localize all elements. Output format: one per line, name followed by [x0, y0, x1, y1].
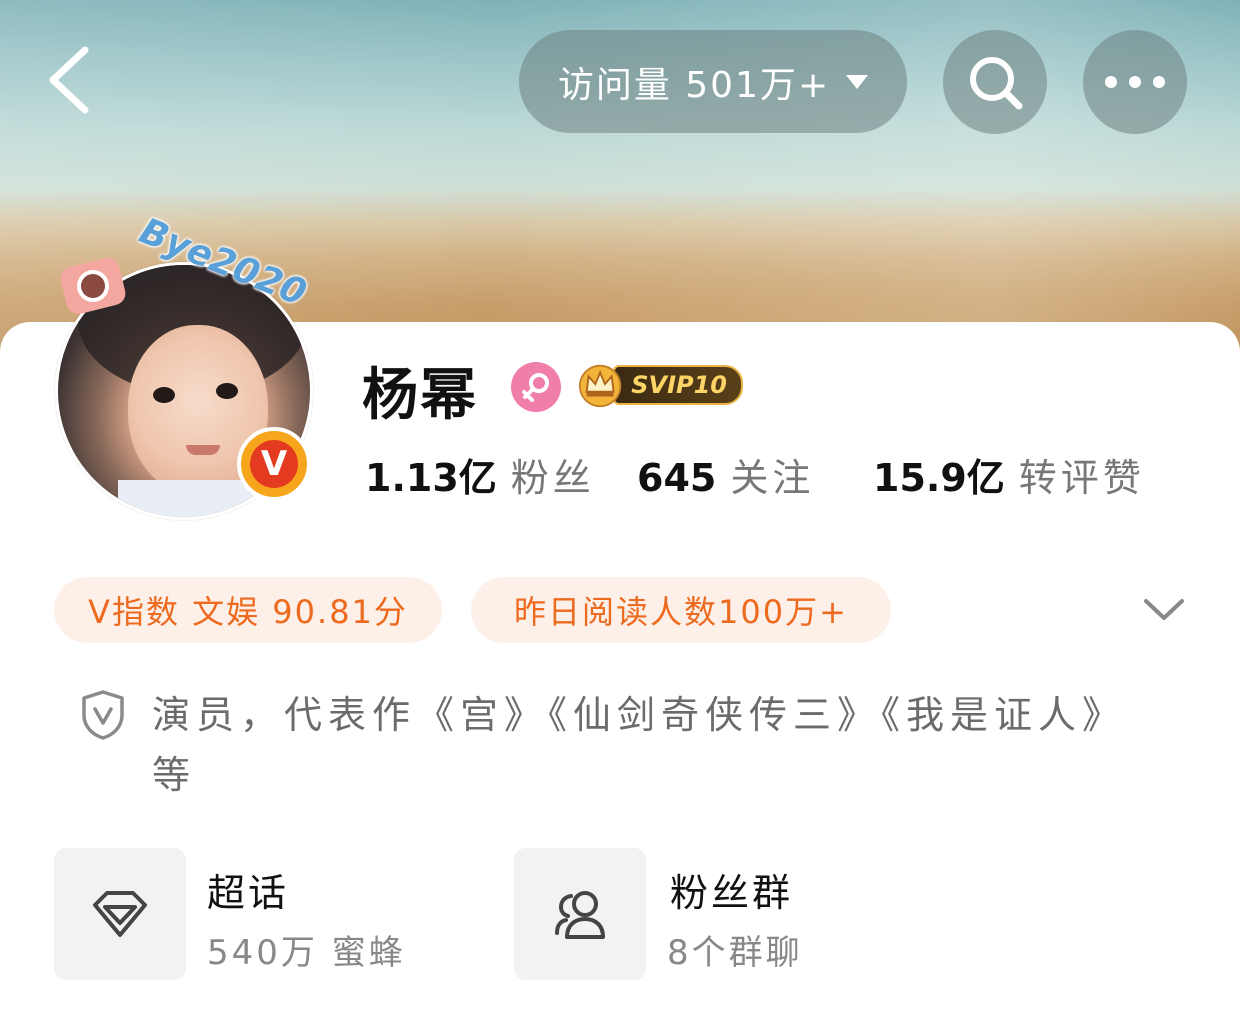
visits-dropdown-button[interactable]: 访问量 501万+ [519, 30, 907, 133]
caret-down-icon [846, 74, 869, 89]
fan-group-subtitle: 8个群聊 [667, 933, 803, 973]
verified-badge: V [237, 427, 311, 501]
more-horizontal-icon [1105, 76, 1165, 88]
verified-v-icon: V [250, 440, 298, 488]
verified-shield-icon [82, 690, 124, 740]
fans-stat[interactable]: 1.13亿 粉丝 [365, 447, 595, 502]
fan-group-title[interactable]: 粉丝群 [670, 862, 793, 917]
following-stat[interactable]: 645 关注 [637, 447, 814, 502]
fans-count: 1.13亿 [365, 455, 497, 500]
back-button[interactable] [34, 40, 104, 120]
fan-group-tile[interactable] [514, 848, 646, 980]
chevron-down-icon [1144, 599, 1184, 620]
avatar[interactable]: Bye2020 V [55, 211, 313, 520]
search-icon [970, 57, 1023, 110]
yesterday-reads-pill[interactable]: 昨日阅读人数100万+ [471, 577, 891, 643]
following-count: 645 [637, 455, 717, 500]
expand-button[interactable] [1140, 592, 1188, 628]
crown-icon [578, 364, 622, 408]
super-topic-subtitle: 540万 蜜蜂 [207, 933, 406, 973]
interactions-stat[interactable]: 15.9亿 转评赞 [873, 447, 1145, 502]
username: 杨幂 [362, 363, 478, 428]
female-icon [511, 362, 561, 412]
search-button[interactable] [943, 30, 1047, 134]
v-index-pill[interactable]: V指数 文娱 90.81分 [54, 577, 442, 643]
svip-label: SVIP10 [613, 365, 743, 405]
super-topic-title[interactable]: 超话 [207, 862, 289, 917]
more-button[interactable] [1083, 30, 1187, 134]
super-topic-tile[interactable] [54, 848, 186, 980]
bio-text: 演员，代表作《宫》《仙剑奇侠传三》《我是证人》等 [152, 693, 1127, 797]
chevron-left-icon [49, 46, 89, 114]
following-label: 关注 [730, 455, 815, 500]
group-icon [555, 891, 605, 939]
visits-label: 访问量 501万+ [557, 64, 831, 106]
diamond-icon [93, 891, 147, 937]
svip-badge[interactable]: SVIP10 [577, 362, 743, 408]
fans-label: 粉丝 [510, 455, 595, 500]
interactions-label: 转评赞 [1018, 455, 1145, 500]
interactions-count: 15.9亿 [873, 455, 1005, 500]
